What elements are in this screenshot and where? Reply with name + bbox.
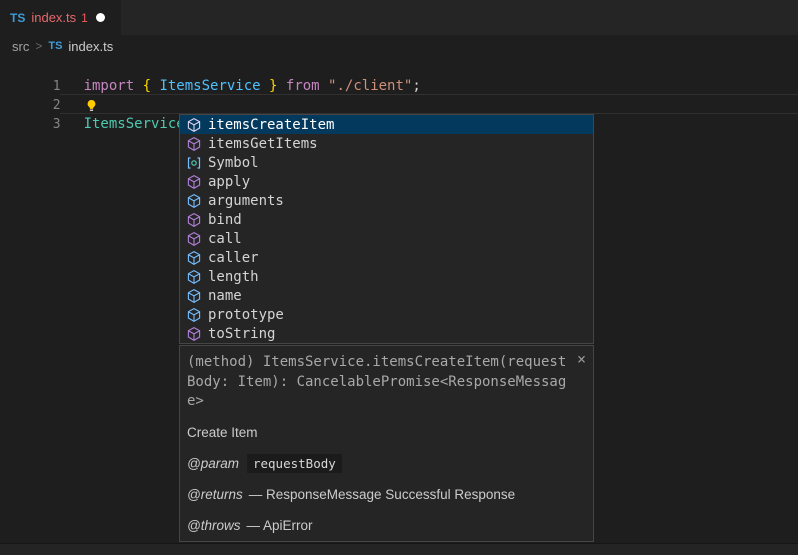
variable-icon	[186, 155, 202, 171]
suggestion-apply[interactable]: apply	[180, 172, 593, 191]
breadcrumb-folder[interactable]: src	[12, 39, 29, 54]
tab-bar: TS index.ts 1	[0, 0, 798, 35]
suggestion-toString[interactable]: toString	[180, 324, 593, 343]
code-line-3[interactable]: 3ItemsService.	[0, 95, 798, 114]
field-icon	[186, 250, 202, 266]
field-icon	[186, 288, 202, 304]
suggestion-label: bind	[208, 212, 242, 228]
chevron-right-icon: >	[35, 39, 42, 53]
code-line-2[interactable]: 2	[0, 76, 798, 95]
suggestion-itemsGetItems[interactable]: itemsGetItems	[180, 134, 593, 153]
line-number: 3	[16, 115, 61, 134]
doc-summary: Create Item	[187, 425, 593, 440]
suggestion-label: itemsGetItems	[208, 136, 318, 152]
suggestion-call[interactable]: call	[180, 229, 593, 248]
doc-throws-row: @throws — ApiError	[187, 518, 593, 533]
typescript-file-icon: TS	[10, 11, 25, 25]
method-icon	[186, 231, 202, 247]
typescript-file-icon: TS	[48, 40, 62, 52]
method-icon	[186, 212, 202, 228]
intellisense-suggest-list: itemsCreateItem itemsGetItems Symbol app…	[179, 114, 594, 344]
suggestion-label: toString	[208, 326, 275, 342]
class-reference: ItemsService	[84, 116, 185, 132]
suggestion-label: arguments	[208, 193, 284, 209]
throws-text: — ApiError	[246, 518, 312, 533]
breadcrumb-file[interactable]: index.ts	[68, 39, 113, 54]
suggestion-label: Symbol	[208, 155, 259, 171]
tab-problem-count: 1	[81, 11, 88, 25]
suggestion-bind[interactable]: bind	[180, 210, 593, 229]
suggestion-label: length	[208, 269, 259, 285]
suggestion-prototype[interactable]: prototype	[180, 305, 593, 324]
suggestion-label: prototype	[208, 307, 284, 323]
method-icon	[186, 326, 202, 342]
modified-dot-icon[interactable]	[96, 13, 105, 22]
suggestion-details-panel: × (method) ItemsService.itemsCreateItem(…	[179, 345, 594, 542]
returns-text: — ResponseMessage Successful Response	[249, 487, 515, 502]
method-icon	[186, 174, 202, 190]
method-icon	[186, 117, 202, 133]
suggestion-length[interactable]: length	[180, 267, 593, 286]
suggestion-name[interactable]: name	[180, 286, 593, 305]
code-editor[interactable]: 1import { ItemsService } from "./client"…	[0, 57, 798, 114]
code-line-1[interactable]: 1import { ItemsService } from "./client"…	[0, 57, 798, 76]
suggestion-label: caller	[208, 250, 259, 266]
close-icon[interactable]: ×	[577, 352, 586, 367]
suggestion-itemsCreateItem[interactable]: itemsCreateItem	[180, 115, 593, 134]
returns-tag: @returns	[187, 487, 243, 502]
suggestion-label: call	[208, 231, 242, 247]
suggestion-label: itemsCreateItem	[208, 117, 334, 133]
suggestion-arguments[interactable]: arguments	[180, 191, 593, 210]
field-icon	[186, 307, 202, 323]
suggestion-label: name	[208, 288, 242, 304]
method-signature: (method) ItemsService.itemsCreateItem(re…	[187, 353, 570, 412]
param-name-chip: requestBody	[247, 454, 342, 473]
suggestion-Symbol[interactable]: Symbol	[180, 153, 593, 172]
panel-divider[interactable]	[0, 543, 798, 555]
suggestion-label: apply	[208, 174, 250, 190]
suggestion-caller[interactable]: caller	[180, 248, 593, 267]
throws-tag: @throws	[187, 518, 240, 533]
field-icon	[186, 193, 202, 209]
field-icon	[186, 269, 202, 285]
tab-filename: index.ts	[31, 10, 76, 25]
param-tag: @param	[187, 456, 239, 471]
breadcrumb: src > TS index.ts	[0, 35, 798, 57]
tab-index-ts[interactable]: TS index.ts 1	[0, 0, 121, 35]
method-icon	[186, 136, 202, 152]
doc-returns-row: @returns — ResponseMessage Successful Res…	[187, 487, 593, 502]
doc-param-row: @param requestBody	[187, 456, 593, 471]
